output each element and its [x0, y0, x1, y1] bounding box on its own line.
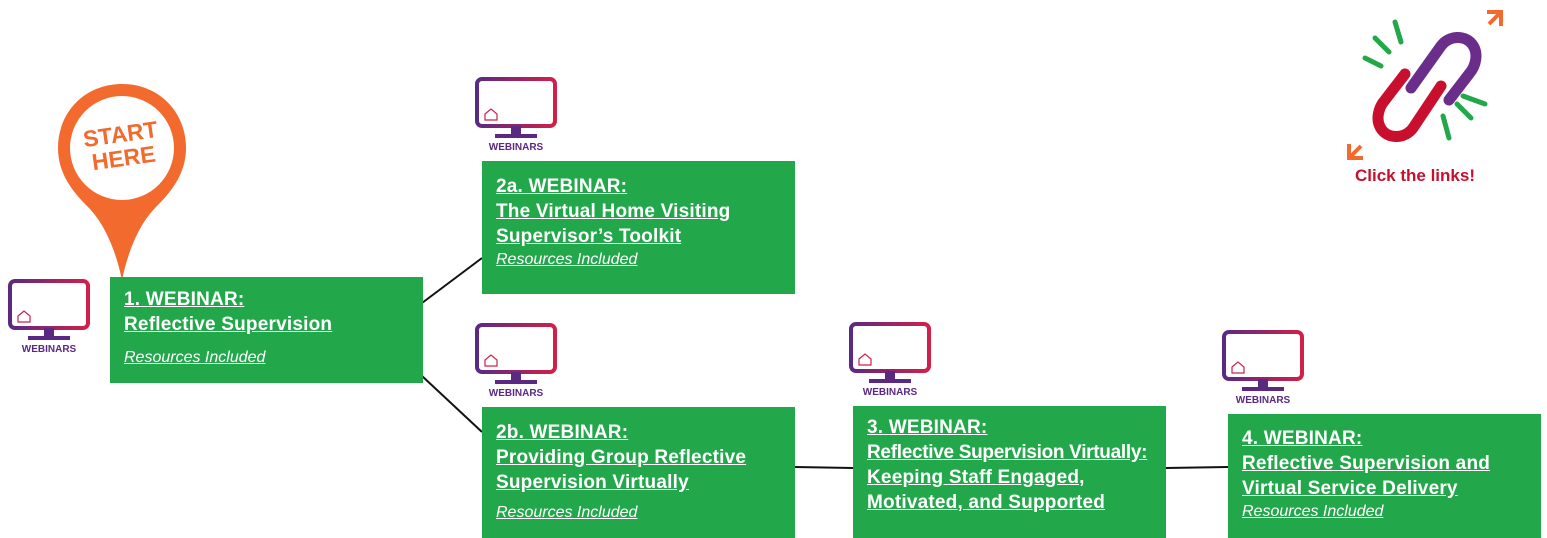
webinar-2a-label-link[interactable]: 2a. WEBINAR:	[496, 174, 781, 199]
webinar-node-1[interactable]: 1. WEBINAR: Reflective Supervision Resou…	[110, 277, 423, 383]
click-the-links-text: Click the links!	[1355, 166, 1475, 185]
webinar-3-title-line1-link[interactable]: Reflective Supervision Virtually:	[867, 440, 1152, 465]
map-pin-icon	[58, 84, 186, 280]
webinar-2b-title-line2-link[interactable]: Supervision Virtually	[496, 470, 781, 495]
webinar-2a-title-line2-link[interactable]: Supervisor’s Toolkit	[496, 224, 781, 249]
start-here-pin: START HERE	[55, 82, 189, 282]
webinar-4-label-link[interactable]: 4. WEBINAR:	[1242, 426, 1527, 451]
webinar-3-title-line2-link[interactable]: Keeping Staff Engaged,	[867, 465, 1152, 490]
webinar-monitor-icon-1: WEBINARS	[4, 278, 94, 360]
webinars-label: WEBINARS	[862, 387, 918, 398]
webinar-node-3[interactable]: 3. WEBINAR: Reflective Supervision Virtu…	[853, 406, 1166, 538]
webinars-label: WEBINARS	[488, 142, 544, 153]
webinars-label: WEBINARS	[21, 344, 77, 355]
webinar-1-label-link[interactable]: 1. WEBINAR:	[124, 287, 409, 312]
connector-3-4	[1165, 466, 1229, 469]
webinar-node-2b[interactable]: 2b. WEBINAR: Providing Group Reflective …	[482, 407, 795, 538]
webinar-node-4[interactable]: 4. WEBINAR: Reflective Supervision and V…	[1228, 414, 1541, 538]
webinar-1-resources-link[interactable]: Resources Included	[124, 347, 409, 369]
webinar-2b-title-line1-link[interactable]: Providing Group Reflective	[496, 445, 781, 470]
webinar-2b-resources-link[interactable]: Resources Included	[496, 502, 781, 524]
webinars-label: WEBINARS	[1235, 395, 1291, 406]
webinar-2b-label-link[interactable]: 2b. WEBINAR:	[496, 420, 781, 445]
webinar-4-title-line1-link[interactable]: Reflective Supervision and	[1242, 451, 1527, 476]
webinar-monitor-icon-2b: WEBINARS	[471, 322, 561, 404]
webinar-3-title-line3-link[interactable]: Motivated, and Supported	[867, 490, 1152, 515]
webinar-2a-title-line1-link[interactable]: The Virtual Home Visiting	[496, 199, 781, 224]
webinar-1-title-link[interactable]: Reflective Supervision	[124, 312, 409, 337]
webinars-label: WEBINARS	[488, 388, 544, 399]
webinar-4-title-line2-link[interactable]: Virtual Service Delivery	[1242, 476, 1527, 501]
webinar-monitor-icon-2a: WEBINARS	[471, 76, 561, 158]
chain-link-icon	[1345, 8, 1510, 168]
webinar-node-2a[interactable]: 2a. WEBINAR: The Virtual Home Visiting S…	[482, 161, 795, 294]
webinar-monitor-icon-3: WEBINARS	[845, 321, 935, 403]
webinar-3-label-link[interactable]: 3. WEBINAR:	[867, 415, 1152, 440]
webinar-monitor-icon-4: WEBINARS	[1218, 329, 1308, 411]
connector-1-2a	[421, 257, 483, 304]
connector-2b-3	[794, 466, 854, 469]
webinar-4-resources-link[interactable]: Resources Included	[1242, 501, 1527, 523]
webinar-2a-resources-link[interactable]: Resources Included	[496, 249, 781, 271]
